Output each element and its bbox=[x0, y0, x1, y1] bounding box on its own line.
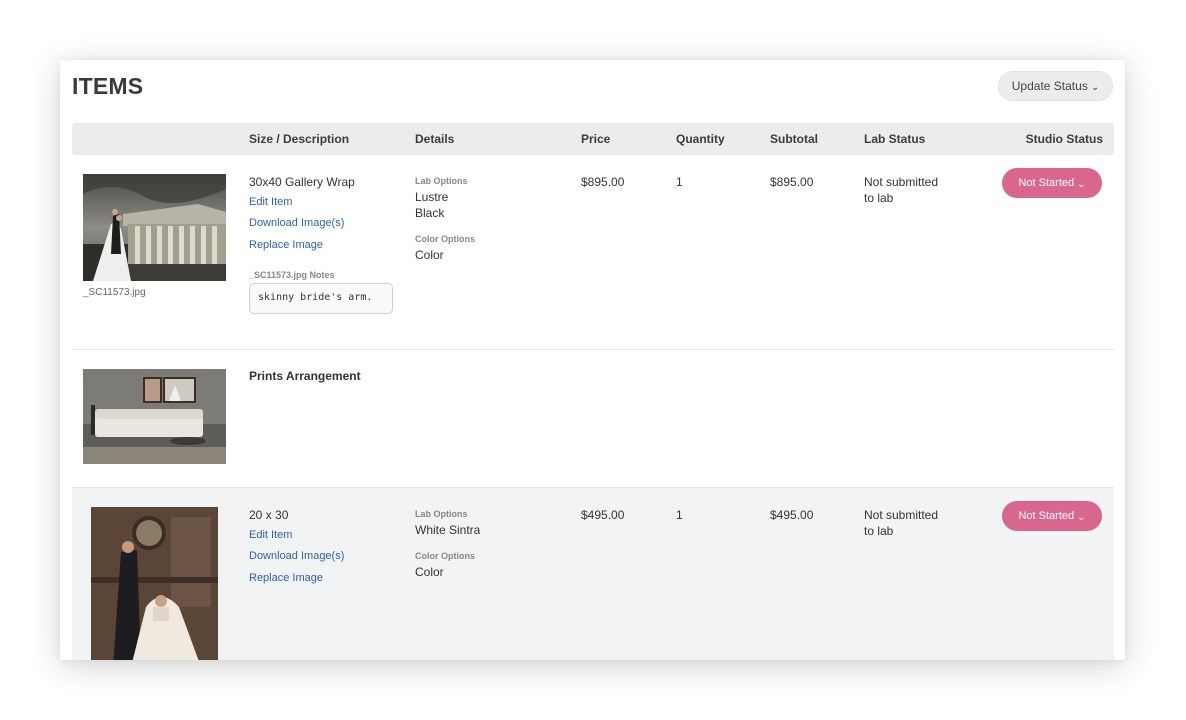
lab-option-value: Black bbox=[415, 206, 445, 220]
studio-status-dropdown[interactable]: Not Started ⌄ bbox=[1002, 501, 1102, 531]
lab-option-value: White Sintra bbox=[415, 523, 481, 537]
column-header-lab-status: Lab Status bbox=[864, 132, 926, 146]
column-header-quantity: Quantity bbox=[676, 132, 725, 146]
studio-status-dropdown[interactable]: Not Started ⌄ bbox=[1002, 168, 1102, 198]
column-header-details: Details bbox=[415, 132, 455, 146]
items-panel: ITEMS Update Status ⌄ Size / Description… bbox=[60, 60, 1125, 660]
studio-status-label: Not Started bbox=[1018, 177, 1075, 189]
lab-status-text: Not submitted to lab bbox=[864, 508, 939, 538]
item-quantity: 1 bbox=[676, 508, 683, 522]
column-header-price: Price bbox=[581, 132, 611, 146]
item-thumbnail[interactable] bbox=[91, 507, 218, 660]
item-description: Prints Arrangement bbox=[249, 369, 361, 383]
notes-label: _SC11573.jpg Notes bbox=[249, 270, 335, 280]
chevron-down-icon: ⌄ bbox=[1090, 81, 1100, 93]
edit-item-link[interactable]: Edit Item bbox=[249, 529, 292, 541]
download-images-link[interactable]: Download Image(s) bbox=[249, 217, 344, 229]
edit-item-link[interactable]: Edit Item bbox=[249, 196, 292, 208]
color-options-label: Color Options bbox=[415, 551, 475, 561]
table-header: Size / Description Details Price Quantit… bbox=[72, 123, 1114, 155]
item-description: 20 x 30 bbox=[249, 508, 289, 522]
update-status-label: Update Status bbox=[1011, 79, 1088, 93]
item-subtotal: $895.00 bbox=[770, 175, 814, 189]
download-images-link[interactable]: Download Image(s) bbox=[249, 550, 344, 562]
replace-image-link[interactable]: Replace Image bbox=[249, 572, 323, 584]
column-header-studio-status: Studio Status bbox=[1025, 132, 1103, 146]
column-header-size-description: Size / Description bbox=[249, 132, 350, 146]
studio-status-label: Not Started bbox=[1018, 510, 1075, 522]
replace-image-link[interactable]: Replace Image bbox=[249, 239, 323, 251]
lab-status-text: Not submitted to lab bbox=[864, 175, 939, 205]
item-filename: _SC11573.jpg bbox=[83, 287, 146, 298]
item-description: 30x40 Gallery Wrap bbox=[249, 175, 355, 189]
chevron-down-icon: ⌄ bbox=[1077, 511, 1086, 523]
table-row: _SC11573.jpg 30x40 Gallery Wrap Edit Ite… bbox=[72, 155, 1114, 349]
notes-field[interactable]: skinny bride's arm. bbox=[249, 283, 393, 314]
item-price: $895.00 bbox=[581, 175, 625, 189]
page-title: ITEMS bbox=[72, 73, 144, 99]
lab-options-label: Lab Options bbox=[415, 509, 468, 519]
table-row: 20 x 30 Edit Item Download Image(s) Repl… bbox=[72, 488, 1114, 660]
item-thumbnail[interactable] bbox=[83, 174, 226, 281]
lab-options-label: Lab Options bbox=[415, 176, 468, 186]
color-options-label: Color Options bbox=[415, 234, 475, 244]
item-subtotal: $495.00 bbox=[770, 508, 814, 522]
table-row: Prints Arrangement bbox=[72, 350, 1114, 487]
column-header-subtotal: Subtotal bbox=[770, 132, 818, 146]
item-quantity: 1 bbox=[676, 175, 683, 189]
update-status-button[interactable]: Update Status ⌄ bbox=[998, 71, 1113, 101]
color-option-value: Color bbox=[415, 565, 444, 579]
item-thumbnail[interactable] bbox=[83, 369, 226, 464]
chevron-down-icon: ⌄ bbox=[1077, 178, 1086, 190]
item-price: $495.00 bbox=[581, 508, 625, 522]
color-option-value: Color bbox=[415, 248, 444, 262]
lab-option-value: Lustre bbox=[415, 190, 449, 204]
